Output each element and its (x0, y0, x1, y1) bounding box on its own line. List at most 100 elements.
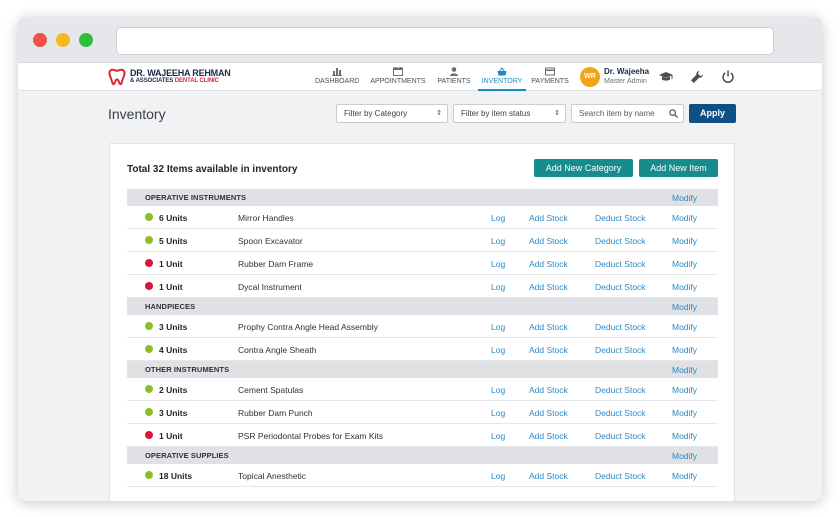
item-name: Prophy Contra Angle Head Assembly (238, 322, 378, 332)
category-name: HANDPIECES (145, 302, 196, 311)
deduct-stock-link[interactable]: Deduct Stock (595, 322, 646, 332)
add-stock-link[interactable]: Add Stock (529, 385, 568, 395)
person-icon (450, 67, 458, 76)
user-role: Master Admin (604, 78, 647, 85)
maximize-window-button[interactable] (79, 33, 93, 47)
add-stock-link[interactable]: Add Stock (529, 322, 568, 332)
log-link[interactable]: Log (491, 408, 505, 418)
modify-item-link[interactable]: Modify (672, 471, 697, 481)
category-header-row: OPERATIVE SUPPLIES Modify (127, 447, 718, 464)
close-window-button[interactable] (33, 33, 47, 47)
item-units: 1 Unit (159, 259, 183, 269)
status-dot-icon (145, 259, 153, 267)
deduct-stock-link[interactable]: Deduct Stock (595, 471, 646, 481)
table-row: 1 Unit PSR Periodontal Probes for Exam Ki… (127, 424, 718, 447)
up-down-caret-icon: ⇕ (436, 110, 442, 117)
item-name: Contra Angle Sheath (238, 345, 317, 355)
inventory-table: OPERATIVE INSTRUMENTS Modify 6 Units Mirror… (127, 189, 718, 487)
log-link[interactable]: Log (491, 282, 505, 292)
modify-item-link[interactable]: Modify (672, 322, 697, 332)
log-link[interactable]: Log (491, 322, 505, 332)
add-stock-link[interactable]: Add Stock (529, 282, 568, 292)
nav-inventory[interactable]: INVENTORY (478, 65, 526, 91)
modify-item-link[interactable]: Modify (672, 259, 697, 269)
deduct-stock-link[interactable]: Deduct Stock (595, 385, 646, 395)
user-avatar[interactable]: WR (580, 67, 600, 87)
wrench-icon[interactable] (690, 70, 704, 84)
add-stock-link[interactable]: Add Stock (529, 471, 568, 481)
add-stock-link[interactable]: Add Stock (529, 408, 568, 418)
power-icon[interactable] (721, 70, 735, 84)
modify-item-link[interactable]: Modify (672, 431, 697, 441)
add-stock-link[interactable]: Add Stock (529, 236, 568, 246)
search-input[interactable]: Search item by name (571, 104, 684, 123)
modify-category-link[interactable]: Modify (672, 451, 697, 461)
log-link[interactable]: Log (491, 345, 505, 355)
category-filter-value: Filter by Category (344, 109, 408, 118)
item-units: 1 Unit (159, 431, 183, 441)
add-new-item-button[interactable]: Add New Item (639, 159, 718, 177)
modify-item-link[interactable]: Modify (672, 385, 697, 395)
user-name[interactable]: Dr. Wajeeha (604, 67, 649, 76)
browser-chrome (18, 17, 822, 63)
status-dot-icon (145, 471, 153, 479)
category-header-row: HANDPIECES Modify (127, 298, 718, 315)
clinic-logo[interactable]: DR. WAJEEHA REHMAN & ASSOCIATES DENTAL C… (108, 66, 231, 88)
log-link[interactable]: Log (491, 213, 505, 223)
modify-category-link[interactable]: Modify (672, 365, 697, 375)
category-filter-select[interactable]: Filter by Category ⇕ (336, 104, 448, 123)
add-stock-link[interactable]: Add Stock (529, 213, 568, 223)
add-new-category-button[interactable]: Add New Category (534, 159, 633, 177)
address-bar[interactable] (116, 27, 774, 55)
modify-category-link[interactable]: Modify (672, 193, 697, 203)
status-dot-icon (145, 282, 153, 290)
deduct-stock-link[interactable]: Deduct Stock (595, 236, 646, 246)
log-link[interactable]: Log (491, 236, 505, 246)
up-down-caret-icon: ⇕ (554, 110, 560, 117)
deduct-stock-link[interactable]: Deduct Stock (595, 431, 646, 441)
minimize-window-button[interactable] (56, 33, 70, 47)
card-icon (545, 67, 555, 76)
category-header-row: OTHER INSTRUMENTS Modify (127, 361, 718, 378)
tooth-logo-icon (108, 68, 126, 86)
inventory-card: Total 32 Items available in inventory Ad… (109, 143, 735, 501)
deduct-stock-link[interactable]: Deduct Stock (595, 282, 646, 292)
nav-patients-label: PATIENTS (437, 78, 471, 85)
deduct-stock-link[interactable]: Deduct Stock (595, 408, 646, 418)
modify-item-link[interactable]: Modify (672, 282, 697, 292)
graduation-cap-icon[interactable] (659, 70, 673, 84)
modify-item-link[interactable]: Modify (672, 408, 697, 418)
search-placeholder: Search item by name (579, 109, 655, 118)
top-navigation: DR. WAJEEHA REHMAN & ASSOCIATES DENTAL C… (18, 63, 822, 91)
status-dot-icon (145, 236, 153, 244)
add-stock-link[interactable]: Add Stock (529, 345, 568, 355)
item-name: Dycal Instrument (238, 282, 302, 292)
log-link[interactable]: Log (491, 259, 505, 269)
nav-appointments[interactable]: APPOINTMENTS (370, 65, 426, 91)
deduct-stock-link[interactable]: Deduct Stock (595, 213, 646, 223)
nav-patients[interactable]: PATIENTS (435, 65, 473, 91)
apply-button[interactable]: Apply (689, 104, 736, 123)
page-title: Inventory (108, 106, 166, 122)
nav-payments[interactable]: PAYMENTS (531, 65, 569, 91)
deduct-stock-link[interactable]: Deduct Stock (595, 259, 646, 269)
nav-inventory-label: INVENTORY (481, 78, 523, 85)
deduct-stock-link[interactable]: Deduct Stock (595, 345, 646, 355)
browser-window: DR. WAJEEHA REHMAN & ASSOCIATES DENTAL C… (18, 17, 822, 501)
nav-dashboard[interactable]: DASHBOARD (315, 65, 359, 91)
modify-item-link[interactable]: Modify (672, 345, 697, 355)
add-stock-link[interactable]: Add Stock (529, 431, 568, 441)
modify-category-link[interactable]: Modify (672, 302, 697, 312)
log-link[interactable]: Log (491, 431, 505, 441)
status-dot-icon (145, 213, 153, 221)
status-filter-select[interactable]: Filter by item status ⇕ (453, 104, 566, 123)
item-units: 6 Units (159, 213, 188, 223)
item-name: Mirror Handles (238, 213, 294, 223)
add-stock-link[interactable]: Add Stock (529, 259, 568, 269)
log-link[interactable]: Log (491, 385, 505, 395)
status-dot-icon (145, 431, 153, 439)
modify-item-link[interactable]: Modify (672, 236, 697, 246)
table-row: 3 Units Rubber Dam Punch Log Add Stock Deduc… (127, 401, 718, 424)
modify-item-link[interactable]: Modify (672, 213, 697, 223)
log-link[interactable]: Log (491, 471, 505, 481)
